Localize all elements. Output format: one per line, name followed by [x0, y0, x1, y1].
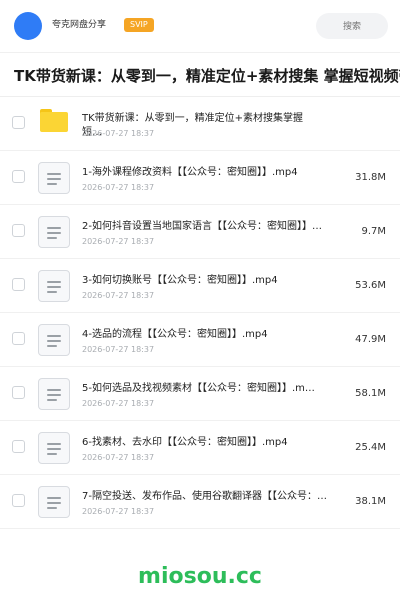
row-checkbox[interactable] — [12, 440, 25, 453]
file-size: 53.6M — [355, 280, 386, 291]
file-size: 58.1M — [355, 388, 386, 399]
document-icon — [38, 486, 70, 518]
file-name: 7-隔空投送、发布作品、使用谷歌翻译器【【公众号：… — [82, 491, 327, 502]
file-row[interactable]: 5-如何选品及找视频素材【【公众号：密知圈】】.m… 2026-07-27 18… — [0, 367, 400, 421]
document-icon — [38, 216, 70, 248]
row-checkbox[interactable] — [12, 494, 25, 507]
file-row[interactable]: 3-如何切换账号【【公众号：密知圈】】.mp4 2026-07-27 18:37… — [0, 259, 400, 313]
header-bar: 夸克网盘分享 SVIP — [0, 0, 400, 52]
row-checkbox[interactable] — [12, 386, 25, 399]
file-size: 31.8M — [355, 172, 386, 183]
file-name: 5-如何选品及找视频素材【【公众号：密知圈】】.m… — [82, 383, 315, 394]
folder-date: 2026-07-27 18:37 — [82, 129, 155, 138]
document-icon — [38, 270, 70, 302]
document-icon — [38, 378, 70, 410]
row-checkbox[interactable] — [12, 224, 25, 237]
file-size: 47.9M — [355, 334, 386, 345]
file-date: 2026-07-27 18:37 — [82, 507, 155, 516]
header-divider — [0, 52, 400, 53]
file-date: 2026-07-27 18:37 — [82, 183, 155, 192]
file-name: 1-海外课程修改资料【【公众号：密知圈】】.mp4 — [82, 167, 298, 178]
file-row[interactable]: 2-如何抖音设置当地国家语言【【公众号：密知圈】】… 2026-07-27 18… — [0, 205, 400, 259]
search-input[interactable] — [316, 13, 388, 39]
file-name: 6-找素材、去水印【【公众号：密知圈】】.mp4 — [82, 437, 288, 448]
file-row[interactable]: 6-找素材、去水印【【公众号：密知圈】】.mp4 2026-07-27 18:3… — [0, 421, 400, 475]
user-name[interactable]: 夸克网盘分享 — [52, 18, 106, 32]
row-checkbox[interactable] — [12, 116, 25, 129]
file-row[interactable]: 7-隔空投送、发布作品、使用谷歌翻译器【【公众号：… 2026-07-27 18… — [0, 475, 400, 529]
watermark: miosou.cc — [138, 564, 262, 589]
document-icon — [38, 432, 70, 464]
row-checkbox[interactable] — [12, 278, 25, 291]
avatar[interactable] — [14, 12, 42, 40]
file-row[interactable]: 4-选品的流程【【公众号：密知圈】】.mp4 2026-07-27 18:37 … — [0, 313, 400, 367]
file-size: 25.4M — [355, 442, 386, 453]
svip-badge: SVIP — [124, 18, 154, 32]
document-icon — [38, 162, 70, 194]
file-name: 3-如何切换账号【【公众号：密知圈】】.mp4 — [82, 275, 278, 286]
row-checkbox[interactable] — [12, 332, 25, 345]
page-title: TK带货新课：从零到一，精准定位+素材搜集 掌握短视频带货 — [14, 67, 400, 85]
file-date: 2026-07-27 18:37 — [82, 453, 155, 462]
file-date: 2026-07-27 18:37 — [82, 345, 155, 354]
row-checkbox[interactable] — [12, 170, 25, 183]
folder-row[interactable]: TK带货新课：从零到一，精准定位+素材搜集掌握短… 2026-07-27 18:… — [0, 97, 400, 151]
file-date: 2026-07-27 18:37 — [82, 237, 155, 246]
folder-icon — [40, 109, 68, 132]
file-row[interactable]: 1-海外课程修改资料【【公众号：密知圈】】.mp4 2026-07-27 18:… — [0, 151, 400, 205]
file-name: 2-如何抖音设置当地国家语言【【公众号：密知圈】】… — [82, 221, 322, 232]
document-icon — [38, 324, 70, 356]
file-size: 38.1M — [355, 496, 386, 507]
file-name: 4-选品的流程【【公众号：密知圈】】.mp4 — [82, 329, 268, 340]
file-size: 9.7M — [361, 226, 386, 237]
file-date: 2026-07-27 18:37 — [82, 399, 155, 408]
file-date: 2026-07-27 18:37 — [82, 291, 155, 300]
